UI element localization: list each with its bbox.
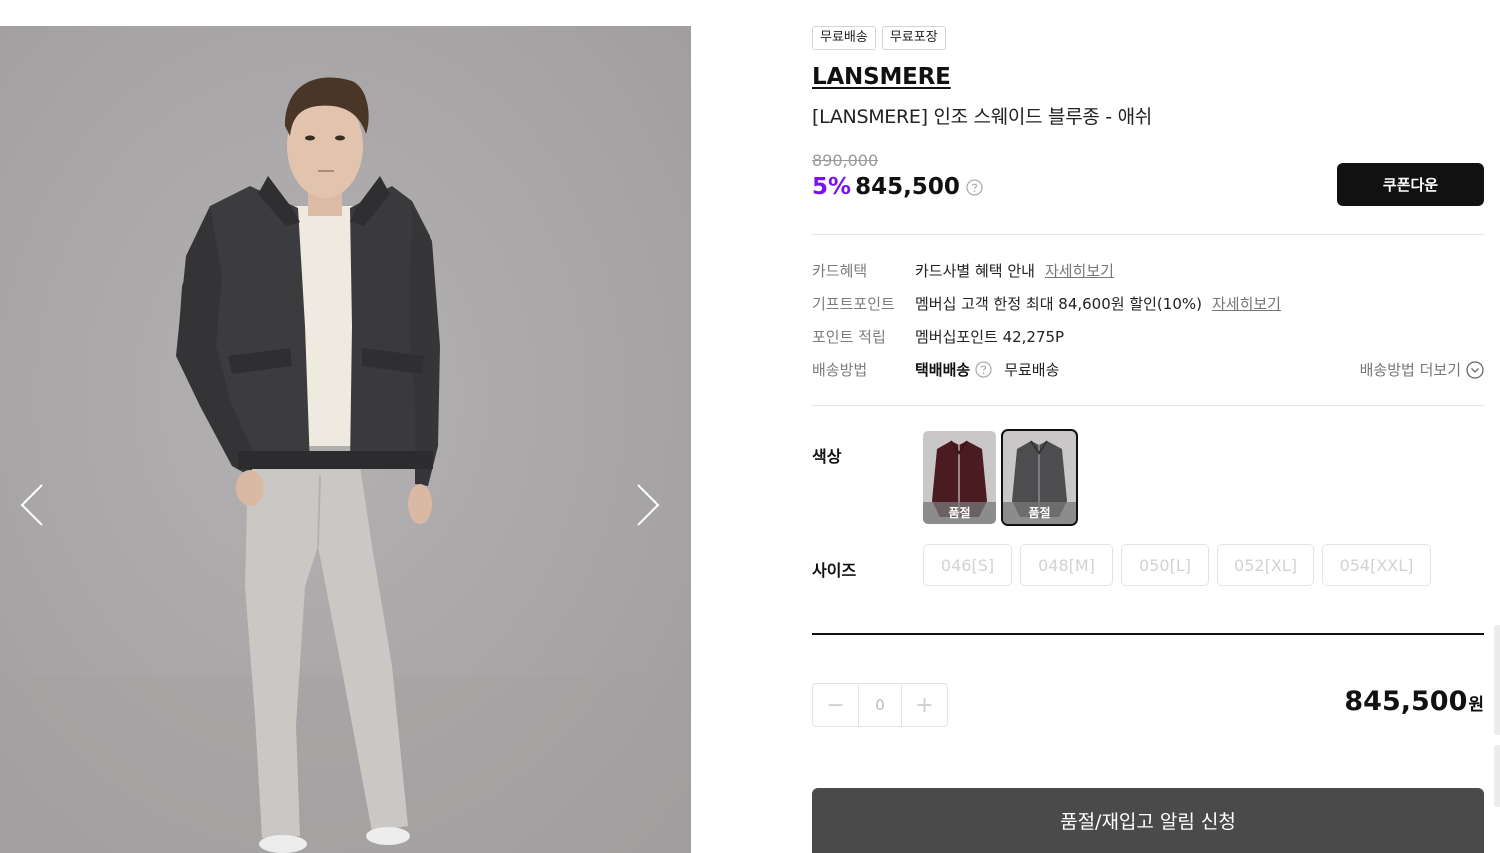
quantity-value[interactable]: 0 <box>858 684 902 726</box>
shipping-more-label: 배송방법 더보기 <box>1359 361 1461 379</box>
badge-group: 무료배송 무료포장 <box>812 26 946 50</box>
restock-notify-button[interactable]: 품절/재입고 알림 신청 <box>812 788 1484 853</box>
color-swatch-ash[interactable]: 품절 <box>1001 429 1078 526</box>
quantity-stepper: − 0 + <box>812 683 948 727</box>
point-accrual-row: 포인트 적립 멤버십포인트 42,275P <box>812 326 1484 347</box>
benefit-label: 포인트 적립 <box>812 328 886 346</box>
shipping-label: 배송방법 <box>812 361 868 379</box>
color-option-label: 색상 <box>812 447 842 466</box>
size-option-046[interactable]: 046[S] <box>923 544 1012 586</box>
benefit-value: 멤버십포인트 42,275P <box>915 328 1065 346</box>
total-price: 845,500 원 <box>1344 686 1484 717</box>
discount-rate: 5% <box>812 174 852 200</box>
size-option-048[interactable]: 048[M] <box>1020 544 1113 586</box>
size-option-label: 사이즈 <box>812 561 857 580</box>
soldout-overlay: 품절 <box>923 502 996 524</box>
soldout-overlay: 품절 <box>1003 502 1076 524</box>
benefit-label: 카드혜택 <box>812 262 868 280</box>
next-image-button[interactable] <box>628 481 668 529</box>
product-info-panel: 무료배송 무료포장 LANSMERE [LANSMERE] 인조 스웨이드 블루… <box>812 0 1484 853</box>
currency-unit: 원 <box>1468 695 1484 715</box>
gift-point-details-link[interactable]: 자세히보기 <box>1212 293 1281 314</box>
size-option-054[interactable]: 054[XXL] <box>1322 544 1431 586</box>
card-benefit-details-link[interactable]: 자세히보기 <box>1045 260 1114 281</box>
increase-quantity-button[interactable]: + <box>902 684 947 726</box>
free-wrapping-badge: 무료포장 <box>881 26 946 50</box>
color-swatch-burgundy[interactable]: 품절 <box>923 431 996 524</box>
decrease-quantity-button[interactable]: − <box>813 684 858 726</box>
shipping-more-button[interactable]: 배송방법 더보기 <box>1360 359 1484 380</box>
size-option-050[interactable]: 050[L] <box>1121 544 1209 586</box>
shipping-method: 택배배송 <box>915 361 971 379</box>
shipping-method-row: 배송방법 택배배송 무료배송 배송방법 더보기 <box>812 359 1484 380</box>
product-photo <box>0 77 691 853</box>
side-floating-tab[interactable] <box>1494 625 1500 735</box>
card-benefit-row: 카드혜택 카드사별 혜택 안내 자세히보기 <box>812 260 1484 281</box>
benefit-value: 카드사별 혜택 안내 <box>915 262 1035 280</box>
previous-image-button[interactable] <box>12 481 52 529</box>
brand-link[interactable]: LANSMERE <box>812 64 951 90</box>
divider <box>812 405 1484 406</box>
total-amount: 845,500 <box>1344 686 1468 717</box>
chevron-down-circle-icon <box>1466 360 1484 379</box>
free-shipping-badge: 무료배송 <box>812 26 876 50</box>
side-floating-tab[interactable] <box>1494 745 1500 807</box>
chevron-right-icon <box>637 484 660 526</box>
original-price: 890,000 <box>812 151 879 170</box>
coupon-download-button[interactable]: 쿠폰다운 <box>1337 163 1484 206</box>
question-circle-icon[interactable] <box>975 361 992 378</box>
benefit-label: 기프트포인트 <box>812 295 895 313</box>
price-row: 5% 845,500 <box>812 174 983 200</box>
product-name: [LANSMERE] 인조 스웨이드 블루종 - 애쉬 <box>812 106 1152 128</box>
benefit-value: 멤버십 고객 한정 최대 84,600원 할인(10%) <box>915 295 1202 313</box>
sale-price: 845,500 <box>855 174 960 200</box>
divider <box>812 234 1484 235</box>
chevron-left-icon <box>20 484 43 526</box>
gift-point-row: 기프트포인트 멤버십 고객 한정 최대 84,600원 할인(10%) 자세히보… <box>812 293 1484 314</box>
product-image-gallery <box>0 26 691 853</box>
size-option-052[interactable]: 052[XL] <box>1217 544 1314 586</box>
shipping-fee: 무료배송 <box>1004 361 1060 379</box>
question-circle-icon[interactable] <box>966 178 983 196</box>
divider-thick <box>812 633 1484 635</box>
